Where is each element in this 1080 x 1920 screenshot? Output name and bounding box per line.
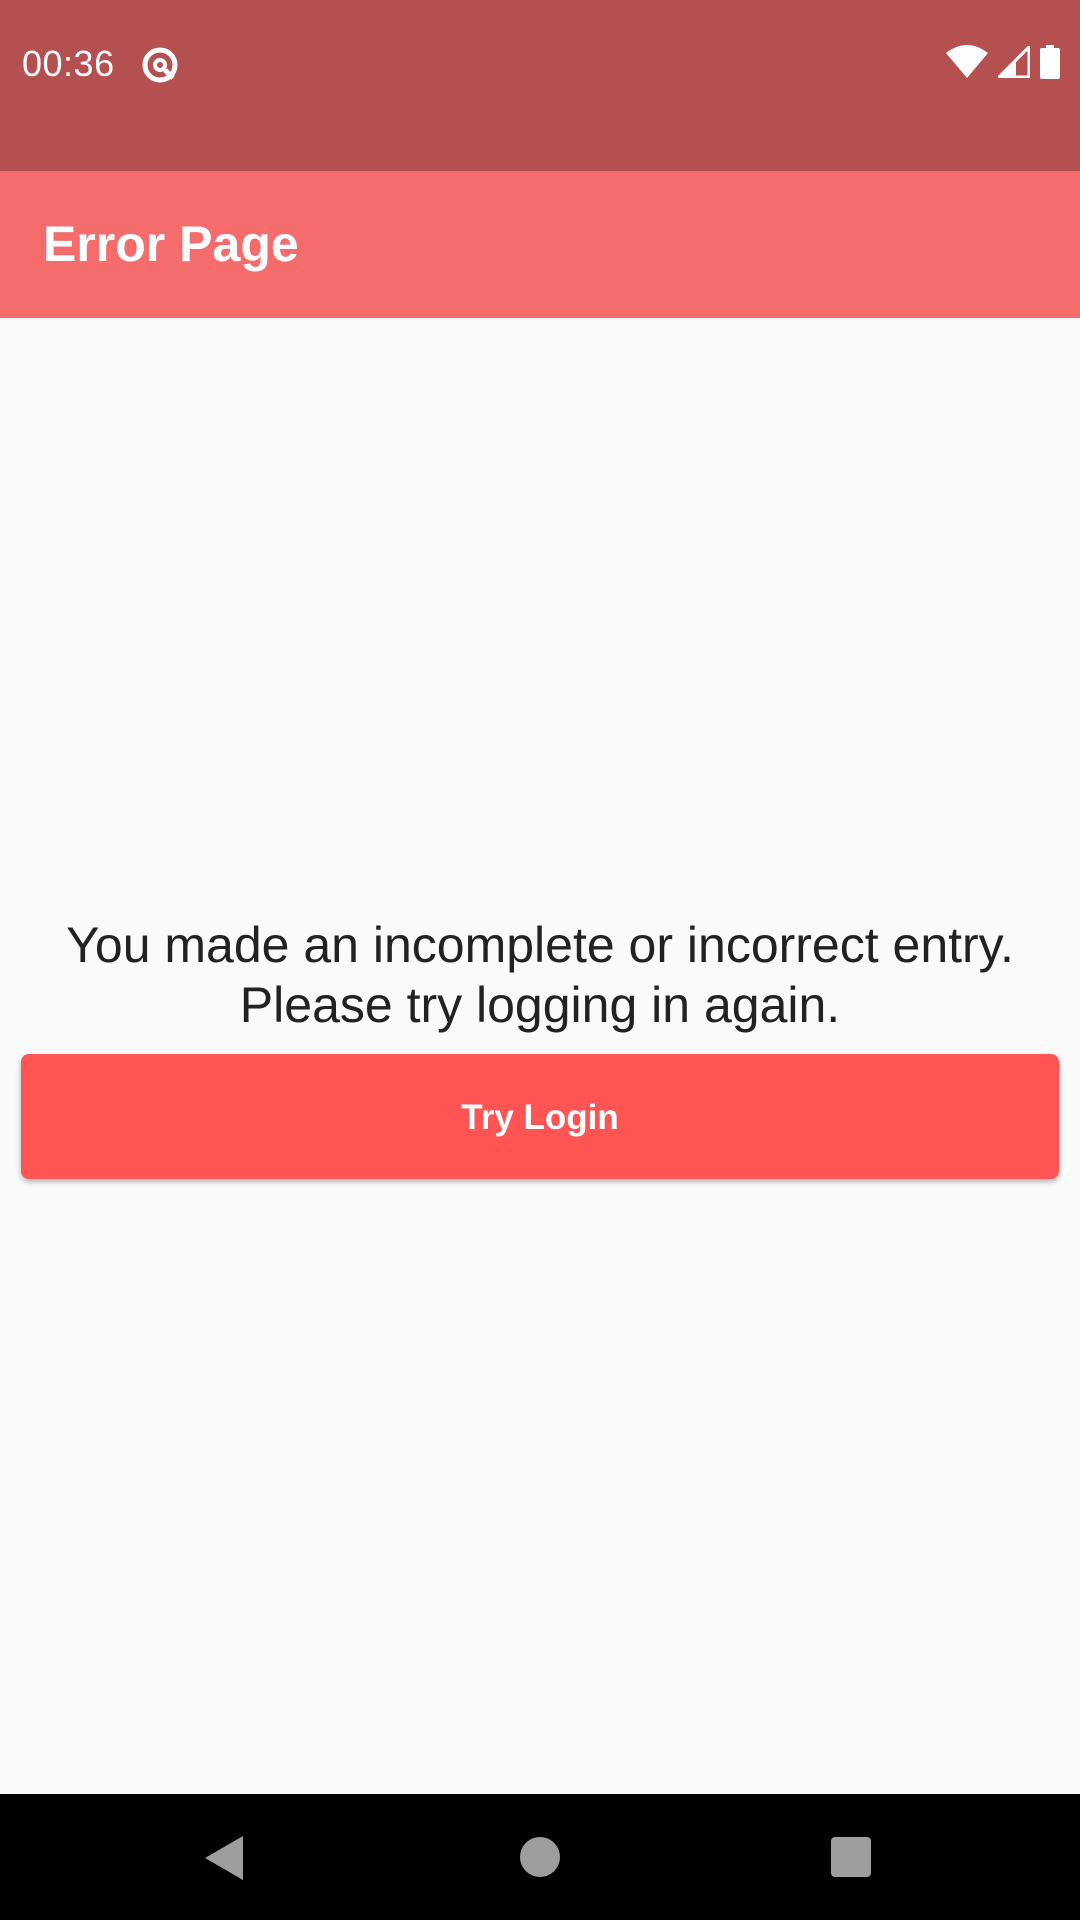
error-message-line-1: You made an incomplete or incorrect entr… bbox=[66, 917, 1014, 973]
back-icon[interactable] bbox=[203, 1834, 247, 1882]
wifi-icon bbox=[946, 44, 988, 84]
at-sign-notification-icon bbox=[140, 45, 180, 85]
try-login-button[interactable]: Try Login bbox=[21, 1054, 1059, 1179]
home-icon[interactable] bbox=[520, 1837, 560, 1877]
battery-icon bbox=[1040, 44, 1060, 84]
navigation-bar bbox=[0, 1794, 1080, 1920]
error-page-screen: 00:36 Error Page You made an incomplete … bbox=[0, 0, 1080, 1920]
status-time: 00:36 bbox=[22, 43, 115, 84]
error-message: You made an incomplete or incorrect entr… bbox=[0, 915, 1080, 1035]
recents-icon[interactable] bbox=[831, 1837, 871, 1877]
page-title: Error Page bbox=[43, 216, 299, 272]
main-content: You made an incomplete or incorrect entr… bbox=[0, 318, 1080, 1794]
status-bar: 00:36 bbox=[0, 0, 1080, 171]
error-message-line-2: Please try logging in again. bbox=[239, 977, 841, 1033]
cellular-signal-icon bbox=[995, 42, 1031, 83]
app-bar: Error Page bbox=[0, 171, 1080, 318]
status-icons bbox=[946, 42, 1060, 84]
